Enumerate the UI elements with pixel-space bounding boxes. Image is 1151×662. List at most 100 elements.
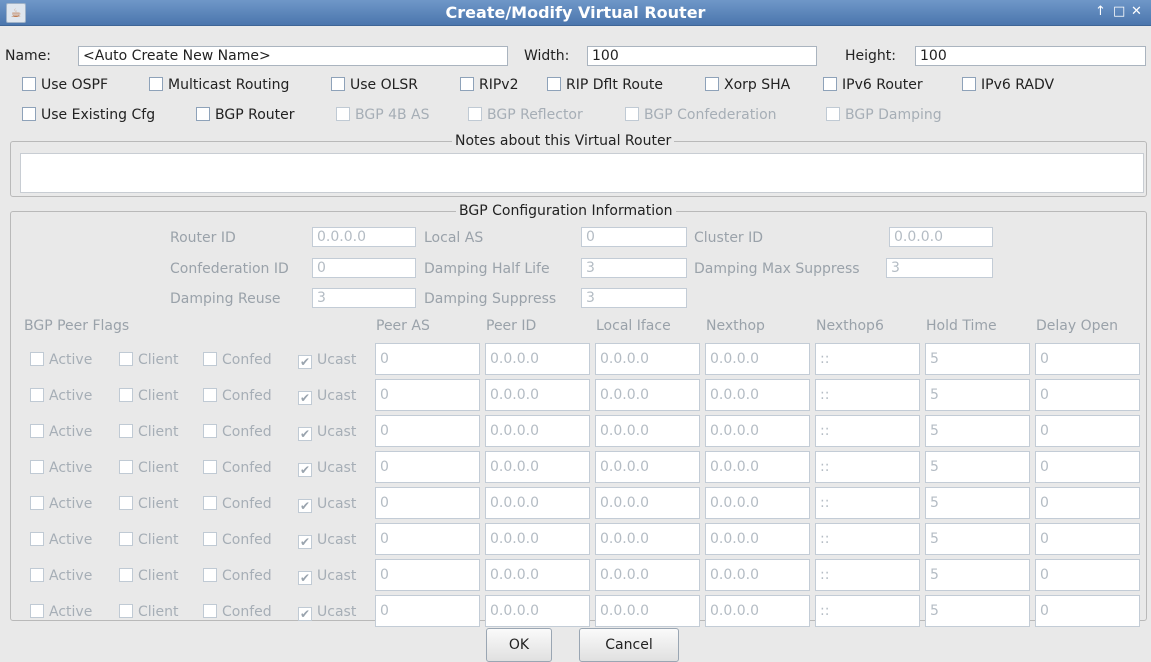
checkbox-ripv2[interactable]: RIPv2 [460,76,519,94]
checkbox-icon[interactable] [203,460,217,474]
peer-7-active-checkbox[interactable]: Active [30,567,92,585]
peer-6-ucast-checkbox[interactable]: ✔ Ucast [298,531,356,549]
peer-3-nexthop6-field[interactable]: :: [815,415,920,447]
peer-2-nexthop6-field[interactable]: :: [815,379,920,411]
peer-5-nexthop-field[interactable]: 0.0.0.0 [705,487,810,519]
peer-8-client-checkbox[interactable]: Client [119,603,179,621]
checkbox-icon[interactable] [22,107,36,121]
peer-6-hold-time-field[interactable]: 5 [925,523,1030,555]
checkbox-checked-icon[interactable]: ✔ [298,463,312,477]
checkbox-bgp-confederation[interactable]: BGP Confederation [625,106,777,124]
checkbox-icon[interactable] [203,388,217,402]
peer-8-confed-checkbox[interactable]: Confed [203,603,272,621]
peer-4-active-checkbox[interactable]: Active [30,459,92,477]
peer-1-ucast-checkbox[interactable]: ✔ Ucast [298,351,356,369]
peer-2-peer-as-field[interactable]: 0 [375,379,480,411]
checkbox-ipv6-radv[interactable]: IPv6 RADV [962,76,1054,94]
peer-1-delay-open-field[interactable]: 0 [1035,343,1140,375]
peer-6-active-checkbox[interactable]: Active [30,531,92,549]
peer-8-peer-as-field[interactable]: 0 [375,595,480,627]
peer-4-nexthop6-field[interactable]: :: [815,451,920,483]
peer-3-confed-checkbox[interactable]: Confed [203,423,272,441]
peer-8-peer-id-field[interactable]: 0.0.0.0 [485,595,590,627]
checkbox-use-olsr[interactable]: Use OLSR [331,76,418,94]
peer-5-delay-open-field[interactable]: 0 [1035,487,1140,519]
checkbox-icon[interactable] [826,107,840,121]
checkbox-icon[interactable] [203,532,217,546]
checkbox-icon[interactable] [203,604,217,618]
peer-3-delay-open-field[interactable]: 0 [1035,415,1140,447]
peer-7-nexthop6-field[interactable]: :: [815,559,920,591]
checkbox-icon[interactable] [119,460,133,474]
local-as-field[interactable]: 0 [581,227,687,247]
checkbox-icon[interactable] [468,107,482,121]
peer-3-active-checkbox[interactable]: Active [30,423,92,441]
peer-3-local-iface-field[interactable]: 0.0.0.0 [595,415,700,447]
peer-5-client-checkbox[interactable]: Client [119,495,179,513]
peer-8-hold-time-field[interactable]: 5 [925,595,1030,627]
checkbox-bgp-router[interactable]: BGP Router [196,106,295,124]
peer-2-nexthop-field[interactable]: 0.0.0.0 [705,379,810,411]
peer-6-delay-open-field[interactable]: 0 [1035,523,1140,555]
peer-5-nexthop6-field[interactable]: :: [815,487,920,519]
peer-3-hold-time-field[interactable]: 5 [925,415,1030,447]
keep-above-icon[interactable]: ↑ [1095,4,1106,20]
checkbox-icon[interactable] [30,604,44,618]
peer-4-peer-as-field[interactable]: 0 [375,451,480,483]
checkbox-checked-icon[interactable]: ✔ [298,607,312,621]
checkbox-icon[interactable] [119,388,133,402]
checkbox-checked-icon[interactable]: ✔ [298,355,312,369]
title-bar[interactable]: ☕ Create/Modify Virtual Router ↑ □ ✕ [0,0,1151,26]
peer-5-peer-id-field[interactable]: 0.0.0.0 [485,487,590,519]
damp-reuse-field[interactable]: 3 [312,288,416,308]
checkbox-icon[interactable] [331,77,345,91]
checkbox-icon[interactable] [196,107,210,121]
peer-1-peer-id-field[interactable]: 0.0.0.0 [485,343,590,375]
peer-6-nexthop6-field[interactable]: :: [815,523,920,555]
peer-4-ucast-checkbox[interactable]: ✔ Ucast [298,459,356,477]
checkbox-icon[interactable] [119,424,133,438]
peer-4-hold-time-field[interactable]: 5 [925,451,1030,483]
peer-3-nexthop-field[interactable]: 0.0.0.0 [705,415,810,447]
checkbox-icon[interactable] [119,532,133,546]
checkbox-rip-dflt-route[interactable]: RIP Dflt Route [547,76,663,94]
checkbox-icon[interactable] [30,496,44,510]
height-field[interactable]: 100 [915,46,1146,66]
checkbox-multicast-routing[interactable]: Multicast Routing [149,76,289,94]
peer-8-nexthop6-field[interactable]: :: [815,595,920,627]
peer-3-client-checkbox[interactable]: Client [119,423,179,441]
checkbox-icon[interactable] [30,388,44,402]
peer-5-confed-checkbox[interactable]: Confed [203,495,272,513]
checkbox-bgp-reflector[interactable]: BGP Reflector [468,106,583,124]
peer-4-peer-id-field[interactable]: 0.0.0.0 [485,451,590,483]
peer-2-local-iface-field[interactable]: 0.0.0.0 [595,379,700,411]
peer-1-client-checkbox[interactable]: Client [119,351,179,369]
peer-6-nexthop-field[interactable]: 0.0.0.0 [705,523,810,555]
checkbox-icon[interactable] [30,532,44,546]
width-field[interactable]: 100 [587,46,817,66]
close-icon[interactable]: ✕ [1131,4,1142,20]
peer-3-peer-id-field[interactable]: 0.0.0.0 [485,415,590,447]
peer-1-nexthop6-field[interactable]: :: [815,343,920,375]
checkbox-icon[interactable] [203,424,217,438]
checkbox-icon[interactable] [962,77,976,91]
checkbox-bgp-damping[interactable]: BGP Damping [826,106,942,124]
peer-8-local-iface-field[interactable]: 0.0.0.0 [595,595,700,627]
peer-2-active-checkbox[interactable]: Active [30,387,92,405]
peer-1-active-checkbox[interactable]: Active [30,351,92,369]
checkbox-checked-icon[interactable]: ✔ [298,427,312,441]
damp-half-field[interactable]: 3 [581,258,687,278]
peer-7-local-iface-field[interactable]: 0.0.0.0 [595,559,700,591]
peer-6-local-iface-field[interactable]: 0.0.0.0 [595,523,700,555]
peer-8-delay-open-field[interactable]: 0 [1035,595,1140,627]
checkbox-checked-icon[interactable]: ✔ [298,391,312,405]
peer-5-active-checkbox[interactable]: Active [30,495,92,513]
checkbox-checked-icon[interactable]: ✔ [298,535,312,549]
peer-4-confed-checkbox[interactable]: Confed [203,459,272,477]
peer-7-peer-id-field[interactable]: 0.0.0.0 [485,559,590,591]
peer-6-confed-checkbox[interactable]: Confed [203,531,272,549]
peer-4-nexthop-field[interactable]: 0.0.0.0 [705,451,810,483]
peer-1-confed-checkbox[interactable]: Confed [203,351,272,369]
checkbox-icon[interactable] [625,107,639,121]
peer-2-delay-open-field[interactable]: 0 [1035,379,1140,411]
